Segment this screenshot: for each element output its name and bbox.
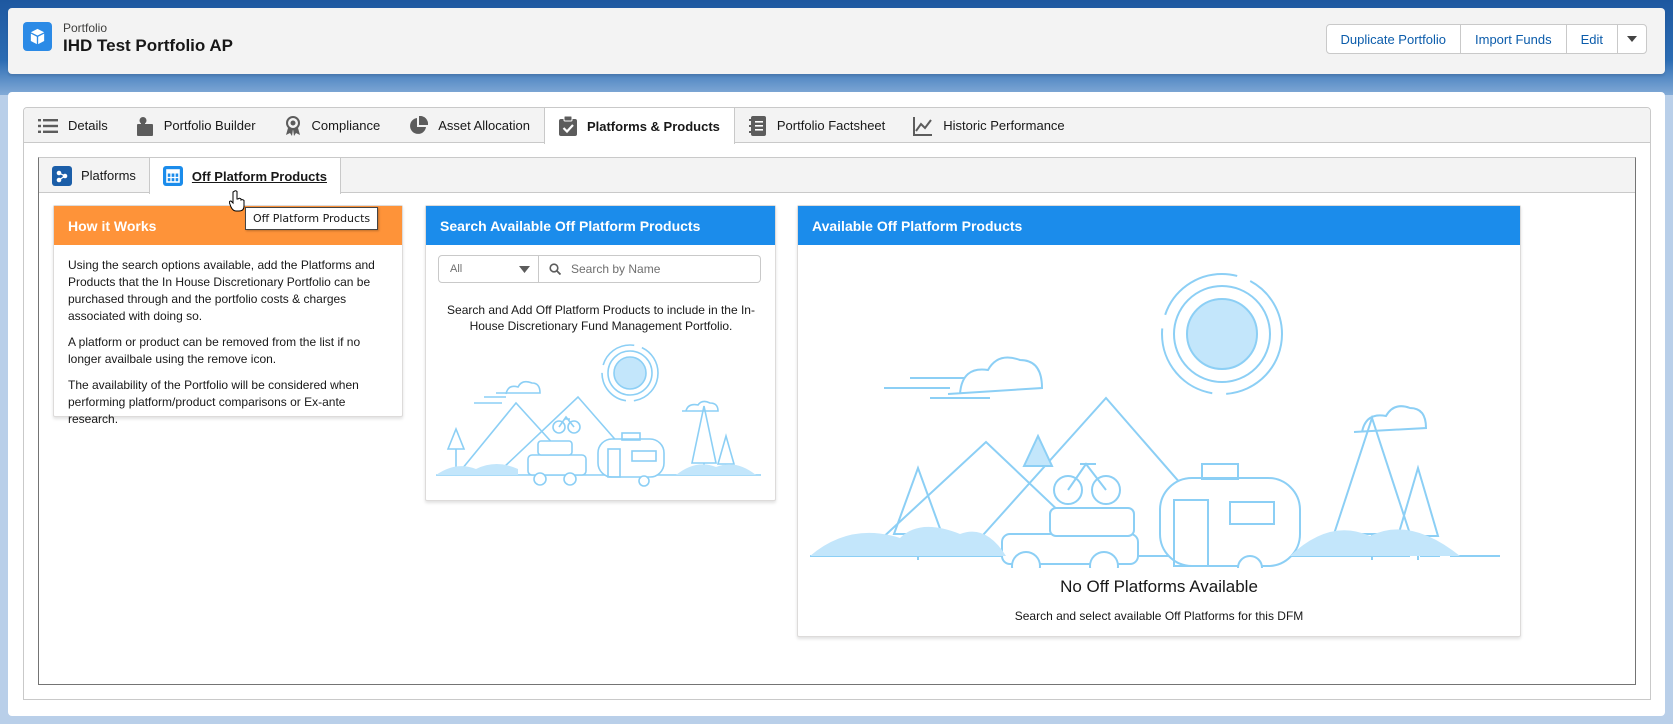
award-icon	[285, 115, 300, 136]
chevron-down-icon	[1627, 36, 1637, 42]
search-description: Search and Add Off Platform Products to …	[447, 303, 755, 333]
tab-details[interactable]: Details	[24, 108, 122, 143]
tooltip: Off Platform Products	[245, 207, 379, 230]
main-card: Details Portfolio Builder Compliance Ass…	[8, 92, 1665, 716]
tab-label: Historic Performance	[943, 118, 1065, 133]
subtab-platforms[interactable]: Platforms	[39, 158, 149, 193]
import-funds-button[interactable]: Import Funds	[1460, 24, 1567, 54]
tab-label: Platforms & Products	[586, 118, 720, 134]
tab-asset-allocation[interactable]: Asset Allocation	[394, 108, 544, 143]
available-products-panel: Available Off Platform Products No Off P…	[797, 205, 1521, 637]
edit-button[interactable]: Edit	[1565, 24, 1618, 54]
help-paragraph: The availability of the Portfolio will b…	[68, 378, 359, 426]
search-icon	[549, 263, 561, 275]
filter-select[interactable]: All	[438, 255, 539, 283]
tab-platforms-products[interactable]: Platforms & Products	[543, 108, 735, 144]
notebook-icon	[748, 115, 766, 136]
subtab-bar: Platforms Off Platform Products	[39, 158, 1635, 194]
table-icon	[162, 166, 183, 186]
hand-cursor-icon	[229, 190, 245, 212]
puzzle-icon	[136, 116, 153, 136]
clipboard-check-icon	[558, 116, 577, 136]
help-paragraph: Using the search options available, add …	[68, 258, 375, 323]
portfolio-cube-icon	[23, 22, 52, 51]
record-header: Portfolio IHD Test Portfolio AP Duplicat…	[8, 8, 1665, 74]
page-title: IHD Test Portfolio AP	[63, 36, 233, 55]
tab-label: Portfolio Factsheet	[776, 118, 886, 133]
platform-icon	[52, 165, 72, 186]
line-chart-icon	[913, 116, 933, 136]
duplicate-portfolio-button[interactable]: Duplicate Portfolio	[1325, 24, 1461, 54]
subtab-label: Off Platform Products	[191, 168, 327, 184]
camping-illustration-large	[810, 273, 1500, 568]
tab-label: Compliance	[311, 118, 381, 133]
tab-bar: Details Portfolio Builder Compliance Ass…	[24, 108, 1650, 144]
list-icon	[38, 118, 58, 133]
search-row: All Search by Name	[438, 255, 761, 283]
tab-label: Asset Allocation	[438, 118, 530, 133]
tab-portfolio-factsheet[interactable]: Portfolio Factsheet	[735, 108, 899, 143]
search-input[interactable]: Search by Name	[539, 255, 761, 283]
tab-label: Details	[68, 118, 108, 133]
search-placeholder: Search by Name	[571, 262, 661, 276]
filter-select-value: All	[450, 263, 463, 275]
sub-tabset: Platforms Off Platform Products How it W	[38, 157, 1636, 685]
tab-portfolio-builder[interactable]: Portfolio Builder	[122, 108, 270, 143]
panel-title: Search Available Off Platform Products	[426, 206, 775, 245]
subtab-off-platform-products[interactable]: Off Platform Products	[148, 158, 341, 194]
chevron-down-icon	[519, 265, 530, 273]
main-tabset: Details Portfolio Builder Compliance Ass…	[23, 107, 1651, 700]
more-actions-button[interactable]	[1617, 24, 1647, 54]
empty-state-title: No Off Platforms Available	[1060, 577, 1258, 596]
empty-state-subtitle: Search and select available Off Platform…	[1014, 609, 1304, 623]
tab-historic-performance[interactable]: Historic Performance	[899, 108, 1078, 143]
camping-illustration	[436, 344, 761, 487]
record-type-label: Portfolio	[63, 21, 108, 35]
tab-label: Portfolio Builder	[163, 118, 256, 133]
how-it-works-panel: How it Works Using the search options av…	[53, 205, 403, 426]
search-products-panel: Search Available Off Platform Products A…	[425, 205, 776, 501]
header-button-group: Duplicate Portfolio Import Funds Edit	[1325, 24, 1647, 54]
pie-chart-icon	[410, 115, 429, 134]
help-paragraph: A platform or product can be removed fro…	[68, 335, 361, 366]
subtab-label: Platforms	[81, 168, 136, 183]
panel-title: Available Off Platform Products	[798, 206, 1520, 245]
tab-compliance[interactable]: Compliance	[270, 108, 395, 143]
